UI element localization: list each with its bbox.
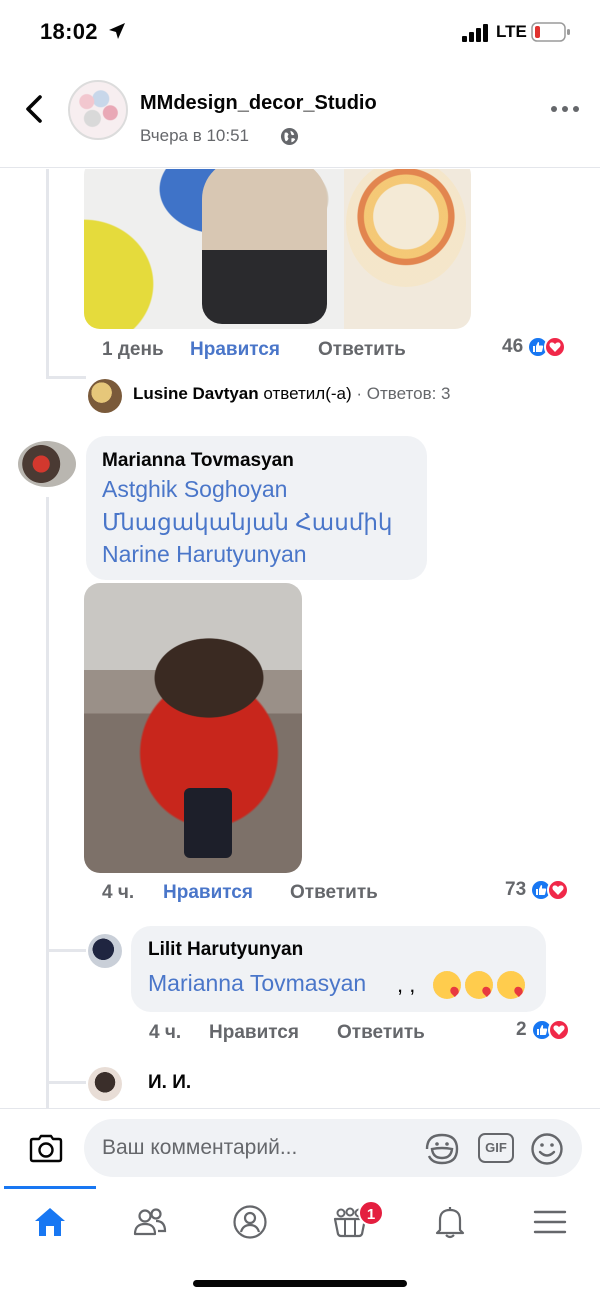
post-time: Вчера в 10:51 xyxy=(140,126,250,145)
love-reaction-icon xyxy=(547,879,570,901)
thread-line xyxy=(46,169,49,379)
reaction-count: 73 xyxy=(505,879,527,900)
battery-icon xyxy=(531,22,570,42)
menu-icon xyxy=(533,1210,567,1234)
reply-button[interactable]: Ответить xyxy=(318,339,406,361)
like-button[interactable]: Нравится xyxy=(163,882,253,904)
comment-photo[interactable] xyxy=(84,169,471,329)
active-tab-indicator xyxy=(4,1186,96,1189)
comments-list[interactable]: 1 день Нравится Ответить 46 Lusine Davty… xyxy=(0,169,600,1109)
love-reaction-icon xyxy=(544,336,567,358)
comment-time: 4 ч. xyxy=(149,1022,182,1043)
friends-icon xyxy=(133,1208,167,1236)
avatar[interactable] xyxy=(88,934,122,968)
photo-subject xyxy=(184,788,232,858)
tab-profile[interactable] xyxy=(200,1196,300,1256)
like-button[interactable]: Нравится xyxy=(209,1022,299,1044)
notification-badge: 1 xyxy=(358,1200,384,1226)
kiss-emoji-icon xyxy=(465,971,493,999)
thread-line xyxy=(46,949,86,952)
tab-bar: 1 xyxy=(0,1186,600,1298)
tab-groups[interactable]: 1 xyxy=(300,1196,400,1256)
reply-verb: ответил(-а) xyxy=(263,384,352,403)
home-indicator[interactable] xyxy=(193,1280,407,1287)
reaction-summary[interactable]: 2 xyxy=(516,1019,570,1041)
reply-count: Ответов: 3 xyxy=(366,384,451,403)
reply-button[interactable]: Ответить xyxy=(337,1022,425,1044)
tagged-user[interactable]: Marianna Tovmasyan xyxy=(148,970,366,997)
comment-bubble[interactable]: Marianna Tovmasyan Astghik Soghoyan Մնաց… xyxy=(86,436,427,580)
comment-bubble[interactable]: Lilit Harutyunyan Marianna Tovmasyan , , xyxy=(131,926,546,1012)
comment-input-placeholder: Ваш комментарий... xyxy=(102,1136,298,1159)
page-avatar[interactable] xyxy=(68,80,128,140)
comment-composer: Ваш комментарий... GIF xyxy=(0,1108,600,1186)
like-button[interactable]: Нравится xyxy=(190,339,280,361)
tagged-user[interactable]: Մնացականյան Հասմիկ xyxy=(102,509,393,536)
reply-separator: · xyxy=(356,384,363,403)
comment-input[interactable]: Ваш комментарий... GIF xyxy=(84,1119,582,1177)
page-name[interactable]: MMdesign_decor_Studio xyxy=(140,92,377,115)
view-replies-link[interactable]: Lusine Davtyan ответил(-а) · Ответов: 3 xyxy=(133,384,451,404)
back-chevron-icon[interactable] xyxy=(22,94,46,124)
signal-icon xyxy=(462,24,488,42)
reply-button[interactable]: Ответить xyxy=(290,882,378,904)
comment-photo[interactable] xyxy=(84,583,302,873)
more-options-icon[interactable] xyxy=(550,104,580,114)
reaction-summary[interactable]: 46 xyxy=(502,336,567,358)
bell-icon xyxy=(435,1207,465,1239)
thread-line xyxy=(46,1081,86,1084)
tab-friends[interactable] xyxy=(100,1196,200,1256)
globe-icon xyxy=(280,127,299,146)
reaction-count: 2 xyxy=(516,1019,527,1040)
tab-menu[interactable] xyxy=(500,1196,600,1256)
love-reaction-icon xyxy=(547,1019,570,1041)
home-icon xyxy=(35,1208,65,1236)
thread-line xyxy=(46,376,86,379)
photo-subject xyxy=(202,169,327,324)
photo-cake xyxy=(346,169,466,287)
profile-icon xyxy=(233,1205,267,1239)
avatar[interactable] xyxy=(18,441,76,487)
sticker-icon[interactable] xyxy=(424,1132,460,1166)
comment-author[interactable]: Lilit Harutyunyan xyxy=(148,939,303,961)
emoji-icon[interactable] xyxy=(530,1132,564,1166)
location-arrow-icon xyxy=(109,23,125,39)
avatar[interactable] xyxy=(88,1067,122,1101)
thread-line xyxy=(46,497,49,1109)
reaction-count: 46 xyxy=(502,336,524,357)
gif-button[interactable]: GIF xyxy=(478,1133,514,1163)
reply-author: Lusine Davtyan xyxy=(133,384,259,403)
comment-author[interactable]: Marianna Tovmasyan xyxy=(102,450,294,472)
comment-time: 4 ч. xyxy=(102,882,135,903)
tab-notifications[interactable] xyxy=(400,1196,500,1256)
camera-icon[interactable] xyxy=(28,1133,64,1163)
tagged-user[interactable]: Astghik Soghoyan xyxy=(102,476,287,503)
status-bar: 18:02 LTE xyxy=(0,0,600,64)
status-time: 18:02 xyxy=(40,19,98,44)
kiss-emoji-icon xyxy=(433,971,461,999)
post-header: MMdesign_decor_Studio Вчера в 10:51 xyxy=(0,64,600,168)
comment-time: 1 день xyxy=(102,339,164,360)
tab-home[interactable] xyxy=(0,1196,100,1256)
avatar[interactable] xyxy=(88,379,122,413)
kiss-emoji-icon xyxy=(497,971,525,999)
comment-author[interactable]: И. И. xyxy=(148,1072,191,1094)
network-label: LTE xyxy=(496,22,527,41)
tagged-user[interactable]: Narine Harutyunyan xyxy=(102,541,307,568)
reaction-summary[interactable]: 73 xyxy=(505,879,570,901)
comment-text: , , xyxy=(397,972,416,997)
